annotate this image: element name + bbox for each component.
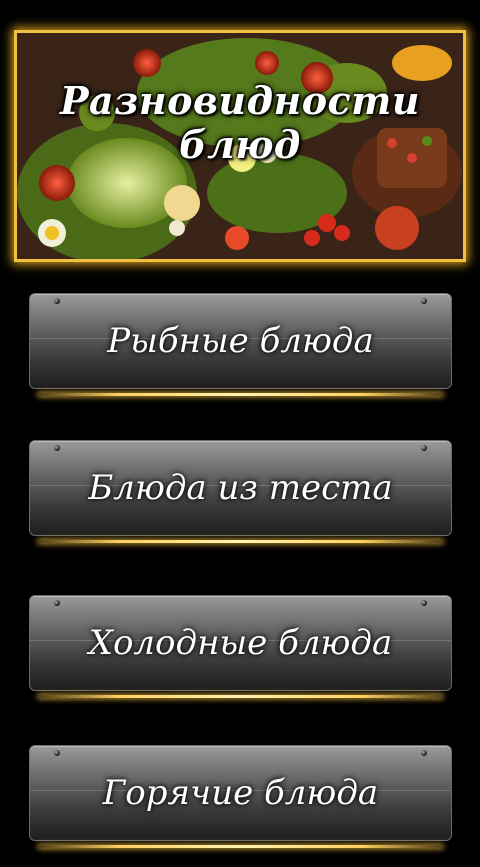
header-banner: Разновидности блюд xyxy=(14,30,466,262)
page-title: Разновидности блюд xyxy=(59,78,421,167)
menu-button-label: Блюда из теста xyxy=(88,468,393,508)
menu-button-dough-dishes[interactable]: Блюда из теста xyxy=(29,440,452,543)
menu-button-label: Холодные блюда xyxy=(88,623,393,663)
menu-button-label: Рыбные блюда xyxy=(107,321,374,361)
menu-button-cold-dishes[interactable]: Холодные блюда xyxy=(29,595,452,698)
menu-button-hot-dishes[interactable]: Горячие блюда xyxy=(29,745,452,848)
menu-button-fish-dishes[interactable]: Рыбные блюда xyxy=(29,293,452,396)
menu-button-label: Горячие блюда xyxy=(102,773,379,813)
